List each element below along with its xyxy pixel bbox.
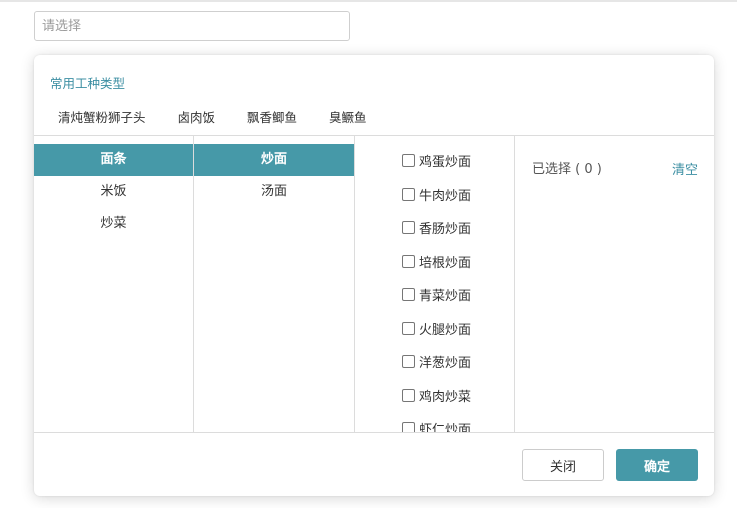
dish-checkbox-item[interactable]: 鸡蛋炒面 — [355, 144, 514, 178]
dish-label: 牛肉炒面 — [419, 188, 472, 204]
subcategory-column: 炒面 汤面 — [194, 136, 355, 432]
dish-label: 香肠炒面 — [419, 222, 472, 238]
close-button[interactable]: 关闭 — [522, 449, 604, 481]
selected-column: 已选择 ( 0 ) 清空 — [515, 136, 714, 432]
dish-label: 培根炒面 — [419, 255, 472, 271]
dish-label: 鸡蛋炒面 — [419, 155, 472, 171]
dish-label: 火腿炒面 — [419, 322, 472, 338]
quick-item[interactable]: 飘香鲫鱼 — [247, 107, 297, 126]
panel-title: 常用工种类型 — [50, 76, 126, 91]
confirm-button[interactable]: 确定 — [616, 449, 698, 481]
selection-panel: 常用工种类型 清炖蟹粉狮子头 卤肉饭 飘香鲫鱼 臭鳜鱼 面条 米饭 炒菜 炒面 … — [34, 55, 714, 496]
dish-checkbox-item[interactable]: 洋葱炒面 — [355, 345, 514, 379]
dish-checkbox-item[interactable]: 香肠炒面 — [355, 211, 514, 245]
dish-label: 虾仁炒面 — [419, 423, 472, 432]
dish-label: 青菜炒面 — [419, 289, 472, 305]
dish-label: 鸡肉炒菜 — [419, 389, 472, 405]
checkbox-icon[interactable] — [402, 221, 415, 235]
dish-column: 鸡蛋炒面 牛肉炒面 香肠炒面 培根炒面 青菜炒面 火腿炒面 洋葱炒面 鸡肉炒菜 … — [355, 136, 515, 432]
dish-checkbox-item[interactable]: 火腿炒面 — [355, 312, 514, 346]
subcategory-item-soup-noodles[interactable]: 汤面 — [194, 176, 354, 208]
checkbox-icon[interactable] — [402, 422, 415, 432]
quick-item[interactable]: 清炖蟹粉狮子头 — [58, 107, 146, 126]
top-divider — [0, 0, 737, 2]
dish-checkbox-item[interactable]: 鸡肉炒菜 — [355, 379, 514, 413]
checkbox-icon[interactable] — [402, 254, 415, 268]
clear-link[interactable]: 清空 — [672, 159, 698, 178]
checkbox-icon[interactable] — [402, 321, 415, 335]
checkbox-icon[interactable] — [402, 288, 415, 302]
quick-item[interactable]: 卤肉饭 — [178, 107, 216, 126]
checkbox-icon[interactable] — [402, 355, 415, 369]
checkbox-icon[interactable] — [402, 154, 415, 168]
category-item-rice[interactable]: 米饭 — [34, 176, 193, 208]
dish-checkbox-item[interactable]: 青菜炒面 — [355, 278, 514, 312]
cascade-columns: 面条 米饭 炒菜 炒面 汤面 鸡蛋炒面 牛肉炒面 香肠炒面 培根炒面 青菜炒面 … — [34, 135, 714, 433]
checkbox-icon[interactable] — [402, 187, 415, 201]
dish-checkbox-item[interactable]: 牛肉炒面 — [355, 178, 514, 212]
category-item-stir-fry[interactable]: 炒菜 — [34, 208, 193, 240]
dish-checkbox-item[interactable]: 培根炒面 — [355, 245, 514, 279]
quick-select-list: 清炖蟹粉狮子头 卤肉饭 飘香鲫鱼 臭鳜鱼 — [58, 107, 399, 126]
quick-item[interactable]: 臭鳜鱼 — [329, 107, 367, 126]
search-input[interactable] — [34, 11, 350, 41]
subcategory-item-fried-noodles[interactable]: 炒面 — [194, 144, 354, 176]
category-column: 面条 米饭 炒菜 — [34, 136, 194, 432]
checkbox-icon[interactable] — [402, 388, 415, 402]
dish-checkbox-item[interactable]: 虾仁炒面 — [355, 412, 514, 432]
dish-label: 洋葱炒面 — [419, 356, 472, 372]
category-item-noodles[interactable]: 面条 — [34, 144, 193, 176]
selected-count: 已选择 ( 0 ) — [532, 162, 602, 177]
